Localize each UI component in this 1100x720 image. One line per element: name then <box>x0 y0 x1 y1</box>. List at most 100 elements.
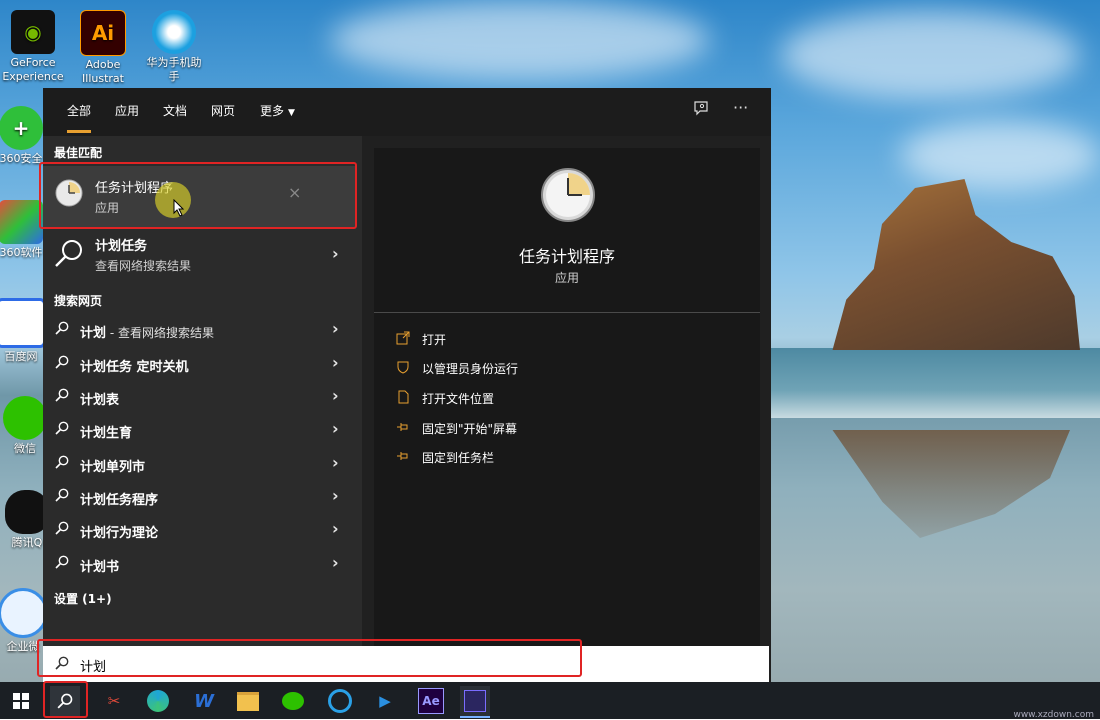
ae-logo-icon: Ae <box>418 688 444 714</box>
wechat-taskbar-icon[interactable] <box>278 686 308 716</box>
snipping-app-icon[interactable]: ✂ <box>99 686 129 716</box>
chevron-right-icon: › <box>332 244 339 263</box>
start-search-panel: 全部 应用 文档 网页 更多 ▼ ··· 最佳匹配 任务计划程序 应用 × 计划… <box>39 88 771 682</box>
best-match-heading: 最佳匹配 <box>54 146 103 160</box>
wecom-icon <box>0 588 48 638</box>
chevron-right-icon: › <box>332 386 339 405</box>
search-icon <box>55 455 69 469</box>
results-list: 最佳匹配 任务计划程序 应用 × 计划任务 查看网络搜索结果 › 搜索网页 计划… <box>39 136 362 682</box>
search-icon <box>55 488 69 502</box>
web-search-text: 计划生育 <box>80 426 133 441</box>
action-open-label: 打开 <box>422 333 447 347</box>
search-icon <box>55 521 69 535</box>
windows-logo-icon <box>13 693 29 709</box>
web-search-bold: 计划 <box>80 326 107 341</box>
detail-subtitle: 应用 <box>554 271 579 285</box>
web-search-item[interactable]: 计划 - 查看网络搜索结果 › <box>43 314 362 346</box>
wechat-logo-icon <box>282 692 304 710</box>
pin-icon <box>397 423 408 431</box>
chevron-right-icon: › <box>332 353 339 372</box>
web-search-item[interactable]: 计划行为理论 › <box>43 514 362 546</box>
search-icon <box>55 421 69 435</box>
pin-icon <box>397 452 408 460</box>
edge-browser-icon[interactable] <box>143 686 173 716</box>
baidu-netdisk-icon <box>0 298 46 348</box>
search-icon <box>55 355 69 369</box>
web-result-subtitle: 查看网络搜索结果 <box>95 259 192 273</box>
chevron-right-icon: › <box>332 486 339 505</box>
chevron-right-icon: › <box>332 419 339 438</box>
tab-web[interactable]: 网页 <box>211 102 235 119</box>
web-search-text: 计划行为理论 <box>80 526 159 541</box>
highlight-search-input <box>37 639 582 677</box>
file-location-icon <box>398 390 409 404</box>
feedback-icon[interactable] <box>693 100 709 120</box>
active-app-logo-icon <box>464 690 486 712</box>
web-result-title: 计划任务 <box>95 239 148 254</box>
search-icon <box>55 321 69 335</box>
web-search-text: 计划表 <box>80 393 120 408</box>
active-app-icon[interactable] <box>460 686 490 718</box>
web-search-item[interactable]: 计划生育 › <box>43 414 362 446</box>
folder-icon <box>237 691 259 711</box>
web-search-text: 计划任务程序 <box>80 493 159 508</box>
windows-start-button[interactable] <box>6 686 36 716</box>
wps-writer-icon[interactable]: W <box>189 686 219 716</box>
open-icon <box>396 331 410 345</box>
caret-down-icon: ▼ <box>288 108 295 118</box>
highlight-best-match <box>39 162 357 229</box>
file-explorer-icon[interactable] <box>233 686 263 716</box>
browser-logo-icon <box>328 689 352 713</box>
web-search-item[interactable]: 计划书 › <box>43 548 362 580</box>
web-search-text: 计划单列市 <box>80 460 146 475</box>
chevron-right-icon: › <box>332 519 339 538</box>
action-run-as-admin-label: 以管理员身份运行 <box>422 362 519 376</box>
more-options-icon[interactable]: ··· <box>733 98 748 117</box>
tab-all[interactable]: 全部 <box>67 102 92 133</box>
web-search-item[interactable]: 计划单列市 › <box>43 448 362 480</box>
nvidia-icon: ◉ <box>11 10 55 54</box>
task-scheduler-clock-icon <box>541 168 595 222</box>
action-open-file-location-label: 打开文件位置 <box>422 392 495 406</box>
shield-icon <box>397 361 409 374</box>
web-result-item[interactable]: 计划任务 查看网络搜索结果 › <box>43 232 362 276</box>
desktop-icon-geforce[interactable]: ◉ GeForce Experience <box>2 10 64 84</box>
taskbar: ✂ W ▶ Ae <box>0 682 1100 719</box>
search-icon <box>55 240 82 267</box>
filter-tabs: 全部 应用 文档 网页 更多 ▼ ··· <box>43 88 771 136</box>
divider <box>374 312 760 313</box>
detail-title: 任务计划程序 <box>518 247 615 266</box>
video-editor-icon[interactable]: ▶ <box>370 686 400 716</box>
huawei-assistant-icon <box>152 10 196 54</box>
desktop-icon-huawei[interactable]: 华为手机助手 <box>143 10 205 84</box>
360-safe-icon: + <box>0 106 43 150</box>
web-search-text: 计划书 <box>80 560 120 575</box>
action-pin-to-start-label: 固定到"开始"屏幕 <box>422 422 518 436</box>
search-icon <box>55 555 69 569</box>
highlight-taskbar-search <box>43 681 88 718</box>
detail-pane: 任务计划程序 应用 打开 以管理员身份运行 打开文件位置 固定到"开始"屏幕 固… <box>374 148 760 682</box>
web-search-text: 计划任务 定时关机 <box>80 360 189 375</box>
360-software-icon <box>0 200 43 244</box>
after-effects-icon[interactable]: Ae <box>416 686 446 716</box>
browser-taskbar-icon[interactable] <box>325 686 355 716</box>
tab-documents[interactable]: 文档 <box>163 102 187 119</box>
web-search-item[interactable]: 计划任务 定时关机 › <box>43 348 362 380</box>
desktop-icon-illustrator[interactable]: Ai Adobe Illustrat <box>72 10 134 86</box>
web-search-item[interactable]: 计划任务程序 › <box>43 481 362 513</box>
illustrator-icon: Ai <box>80 10 126 56</box>
tab-more-label: 更多 <box>260 104 285 118</box>
settings-heading[interactable]: 设置 (1+) <box>54 590 112 607</box>
action-pin-to-taskbar-label: 固定到任务栏 <box>422 451 495 465</box>
web-search-item[interactable]: 计划表 › <box>43 381 362 413</box>
wechat-icon <box>3 396 47 440</box>
edge-logo-icon <box>147 690 169 712</box>
tab-apps[interactable]: 应用 <box>115 102 139 119</box>
search-web-heading: 搜索网页 <box>54 294 103 308</box>
search-icon <box>55 388 69 402</box>
chevron-right-icon: › <box>332 453 339 472</box>
chevron-right-icon: › <box>332 319 339 338</box>
tab-more[interactable]: 更多 ▼ <box>260 102 295 119</box>
web-search-light: - 查看网络搜索结果 <box>106 326 214 340</box>
chevron-right-icon: › <box>332 553 339 572</box>
